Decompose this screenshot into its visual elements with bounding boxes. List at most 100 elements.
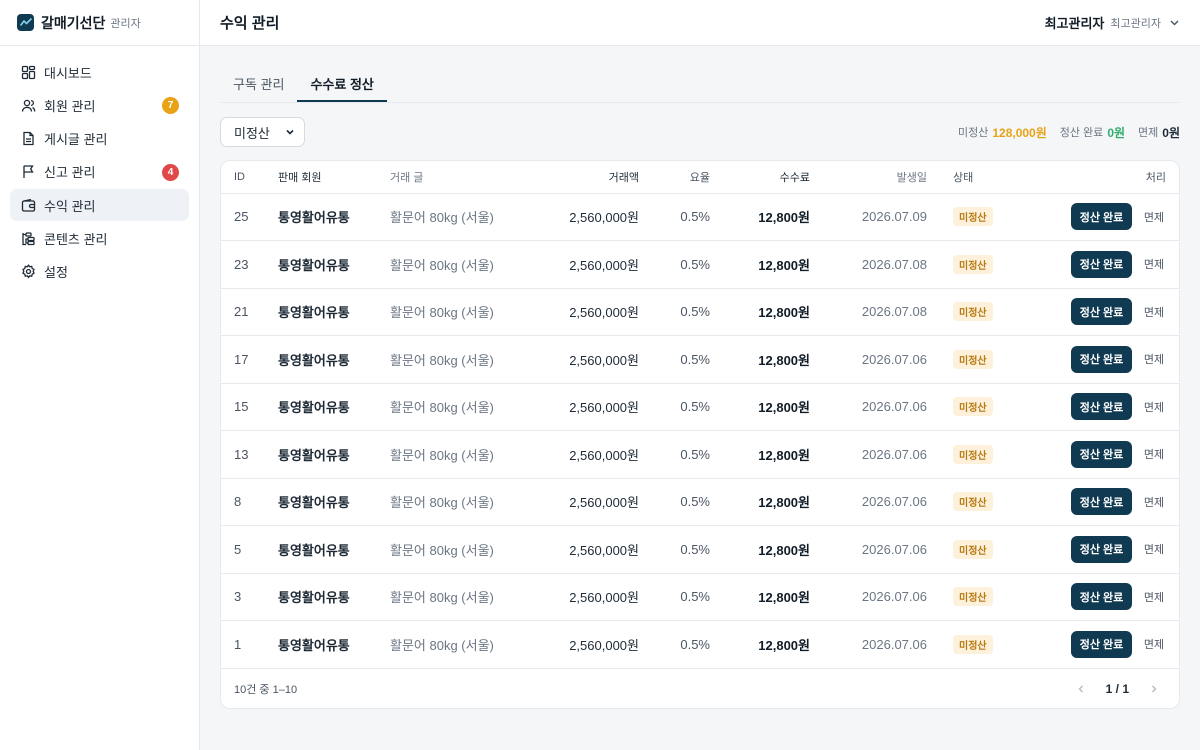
waive-button[interactable]: 면제 <box>1142 351 1166 367</box>
cell-fee: 12,800원 <box>710 193 810 241</box>
user-name: 최고관리자 <box>1044 16 1105 31</box>
table-row: 1 통영활어유통 활문어 80kg (서울) 2,560,000원 0.5% 12,800… <box>221 620 1179 669</box>
sidebar-item-label: 콘텐츠 관리 <box>44 231 108 247</box>
cell-action: 정산 완료 면제 <box>992 335 1179 384</box>
pagination-range: 10건 중 1–10 <box>234 684 298 696</box>
cell-rate: 0.5% <box>639 288 710 336</box>
top-header: 수익 관리 최고관리자 최고관리자 <box>200 0 1200 46</box>
waive-button[interactable]: 면제 <box>1142 541 1166 557</box>
waive-button[interactable]: 면제 <box>1142 494 1166 510</box>
sidebar-nav: 대시보드 회원 관리 7 게시글 관리 신고 관리 4 수익 관리 콘텐츠 관리… <box>0 46 199 288</box>
user-role: 최고관리자 <box>1110 17 1161 30</box>
cell-rate: 0.5% <box>639 430 710 479</box>
cell-date: 2026.07.06 <box>810 525 927 574</box>
cell-status: 미정산 <box>927 383 993 431</box>
settle-complete-button[interactable]: 정산 완료 <box>1071 298 1132 326</box>
cell-date: 2026.07.06 <box>810 620 927 669</box>
cell-item: 활문어 80kg (서울) <box>390 573 522 621</box>
col-header-fee: 수수료 <box>710 161 810 194</box>
cell-date: 2026.07.06 <box>810 478 927 526</box>
tab-subscriptions[interactable]: 구독 관리 <box>220 70 297 102</box>
waive-button[interactable]: 면제 <box>1142 304 1166 320</box>
status-badge: 미정산 <box>953 444 993 464</box>
waive-button[interactable]: 면제 <box>1142 209 1166 225</box>
cell-seller: 통영활어유통 <box>278 335 390 384</box>
cell-amount: 2,560,000원 <box>522 620 639 669</box>
settlement-summary: 미정산 128,000원 정산 완료 0원 면제 0원 <box>958 124 1180 141</box>
settle-complete-button[interactable]: 정산 완료 <box>1071 440 1132 468</box>
cell-item: 활문어 80kg (서울) <box>390 335 522 384</box>
cell-rate: 0.5% <box>639 193 710 241</box>
status-badge: 미정산 <box>953 634 993 654</box>
cell-seller: 통영활어유통 <box>278 240 390 289</box>
col-header-rate: 요율 <box>639 161 710 194</box>
waive-button[interactable]: 면제 <box>1142 589 1166 605</box>
cell-amount: 2,560,000원 <box>522 430 639 479</box>
sidebar-item-settings[interactable]: 설정 <box>10 256 189 288</box>
cell-id: 25 <box>221 193 278 241</box>
cell-id: 17 <box>221 335 278 384</box>
prev-page-button[interactable] <box>1069 677 1093 701</box>
page-title: 수익 관리 <box>220 15 280 32</box>
cell-seller: 통영활어유통 <box>278 383 390 431</box>
table-row: 3 통영활어유통 활문어 80kg (서울) 2,560,000원 0.5% 12,800… <box>221 573 1179 621</box>
status-badge: 미정산 <box>953 587 993 607</box>
brand[interactable]: 갈매기선단 관리자 <box>0 0 199 46</box>
waive-button[interactable]: 면제 <box>1142 256 1166 272</box>
flag-icon <box>20 164 36 180</box>
col-header-date: 발생일 <box>810 161 927 194</box>
cell-fee: 12,800원 <box>710 240 810 289</box>
next-page-button[interactable] <box>1142 677 1166 701</box>
settle-complete-button[interactable]: 정산 완료 <box>1071 583 1132 611</box>
sidebar-item-reports[interactable]: 신고 관리 4 <box>10 156 189 188</box>
waive-button[interactable]: 면제 <box>1142 636 1166 652</box>
settle-complete-button[interactable]: 정산 완료 <box>1071 630 1132 658</box>
sidebar-item-members[interactable]: 회원 관리 7 <box>10 89 189 121</box>
waive-button[interactable]: 면제 <box>1142 446 1166 462</box>
col-header-item: 거래 글 <box>390 161 522 194</box>
cell-amount: 2,560,000원 <box>522 335 639 384</box>
dashboard-icon <box>20 64 36 80</box>
sidebar-item-revenue[interactable]: 수익 관리 <box>10 189 189 222</box>
table-row: 21 통영활어유통 활문어 80kg (서울) 2,560,000원 0.5% 12,80… <box>221 288 1179 336</box>
cell-seller: 통영활어유통 <box>278 573 390 621</box>
settle-complete-button[interactable]: 정산 완료 <box>1071 203 1132 231</box>
content-icon <box>20 230 36 246</box>
settle-complete-button[interactable]: 정산 완료 <box>1071 488 1132 516</box>
sidebar-item-posts[interactable]: 게시글 관리 <box>10 123 189 155</box>
status-filter-select[interactable]: 미정산 <box>220 117 305 147</box>
cell-item: 활문어 80kg (서울) <box>390 478 522 526</box>
status-badge: 미정산 <box>953 254 993 274</box>
cell-amount: 2,560,000원 <box>522 288 639 336</box>
settle-complete-button[interactable]: 정산 완료 <box>1071 250 1132 278</box>
cell-fee: 12,800원 <box>710 573 810 621</box>
waive-button[interactable]: 면제 <box>1142 399 1166 415</box>
sidebar-item-content[interactable]: 콘텐츠 관리 <box>10 222 189 254</box>
cell-id: 13 <box>221 430 278 479</box>
user-menu[interactable]: 최고관리자 최고관리자 <box>1045 13 1180 32</box>
wallet-icon <box>20 197 36 213</box>
settle-complete-button[interactable]: 정산 완료 <box>1071 345 1132 373</box>
tab-fee-settlement[interactable]: 수수료 정산 <box>297 70 387 102</box>
cell-rate: 0.5% <box>639 383 710 431</box>
settle-complete-button[interactable]: 정산 완료 <box>1071 393 1132 421</box>
table-row: 23 통영활어유통 활문어 80kg (서울) 2,560,000원 0.5% 12,80… <box>221 240 1179 289</box>
table-row: 25 통영활어유통 활문어 80kg (서울) 2,560,000원 0.5% 12,80… <box>221 193 1179 241</box>
status-badge: 미정산 <box>953 539 993 559</box>
cell-status: 미정산 <box>927 620 993 669</box>
sidebar-item-label: 설정 <box>44 265 68 281</box>
brand-name: 갈매기선단 <box>41 14 106 31</box>
sidebar: 갈매기선단 관리자 대시보드 회원 관리 7 게시글 관리 신고 관리 4 수익… <box>0 0 200 750</box>
cell-date: 2026.07.06 <box>810 383 927 431</box>
cell-id: 3 <box>221 573 278 621</box>
sidebar-item-dashboard[interactable]: 대시보드 <box>10 56 189 88</box>
users-icon <box>20 97 36 113</box>
cell-date: 2026.07.09 <box>810 193 927 241</box>
settle-complete-button[interactable]: 정산 완료 <box>1071 535 1132 563</box>
cell-date: 2026.07.08 <box>810 240 927 289</box>
cell-id: 23 <box>221 240 278 289</box>
cell-status: 미정산 <box>927 335 993 384</box>
cell-item: 활문어 80kg (서울) <box>390 430 522 479</box>
settlement-table-card: ID 판매 회원 거래 글 거래액 요율 수수료 발생일 상태 처리 25 통영활… <box>220 160 1180 709</box>
cell-fee: 12,800원 <box>710 525 810 574</box>
